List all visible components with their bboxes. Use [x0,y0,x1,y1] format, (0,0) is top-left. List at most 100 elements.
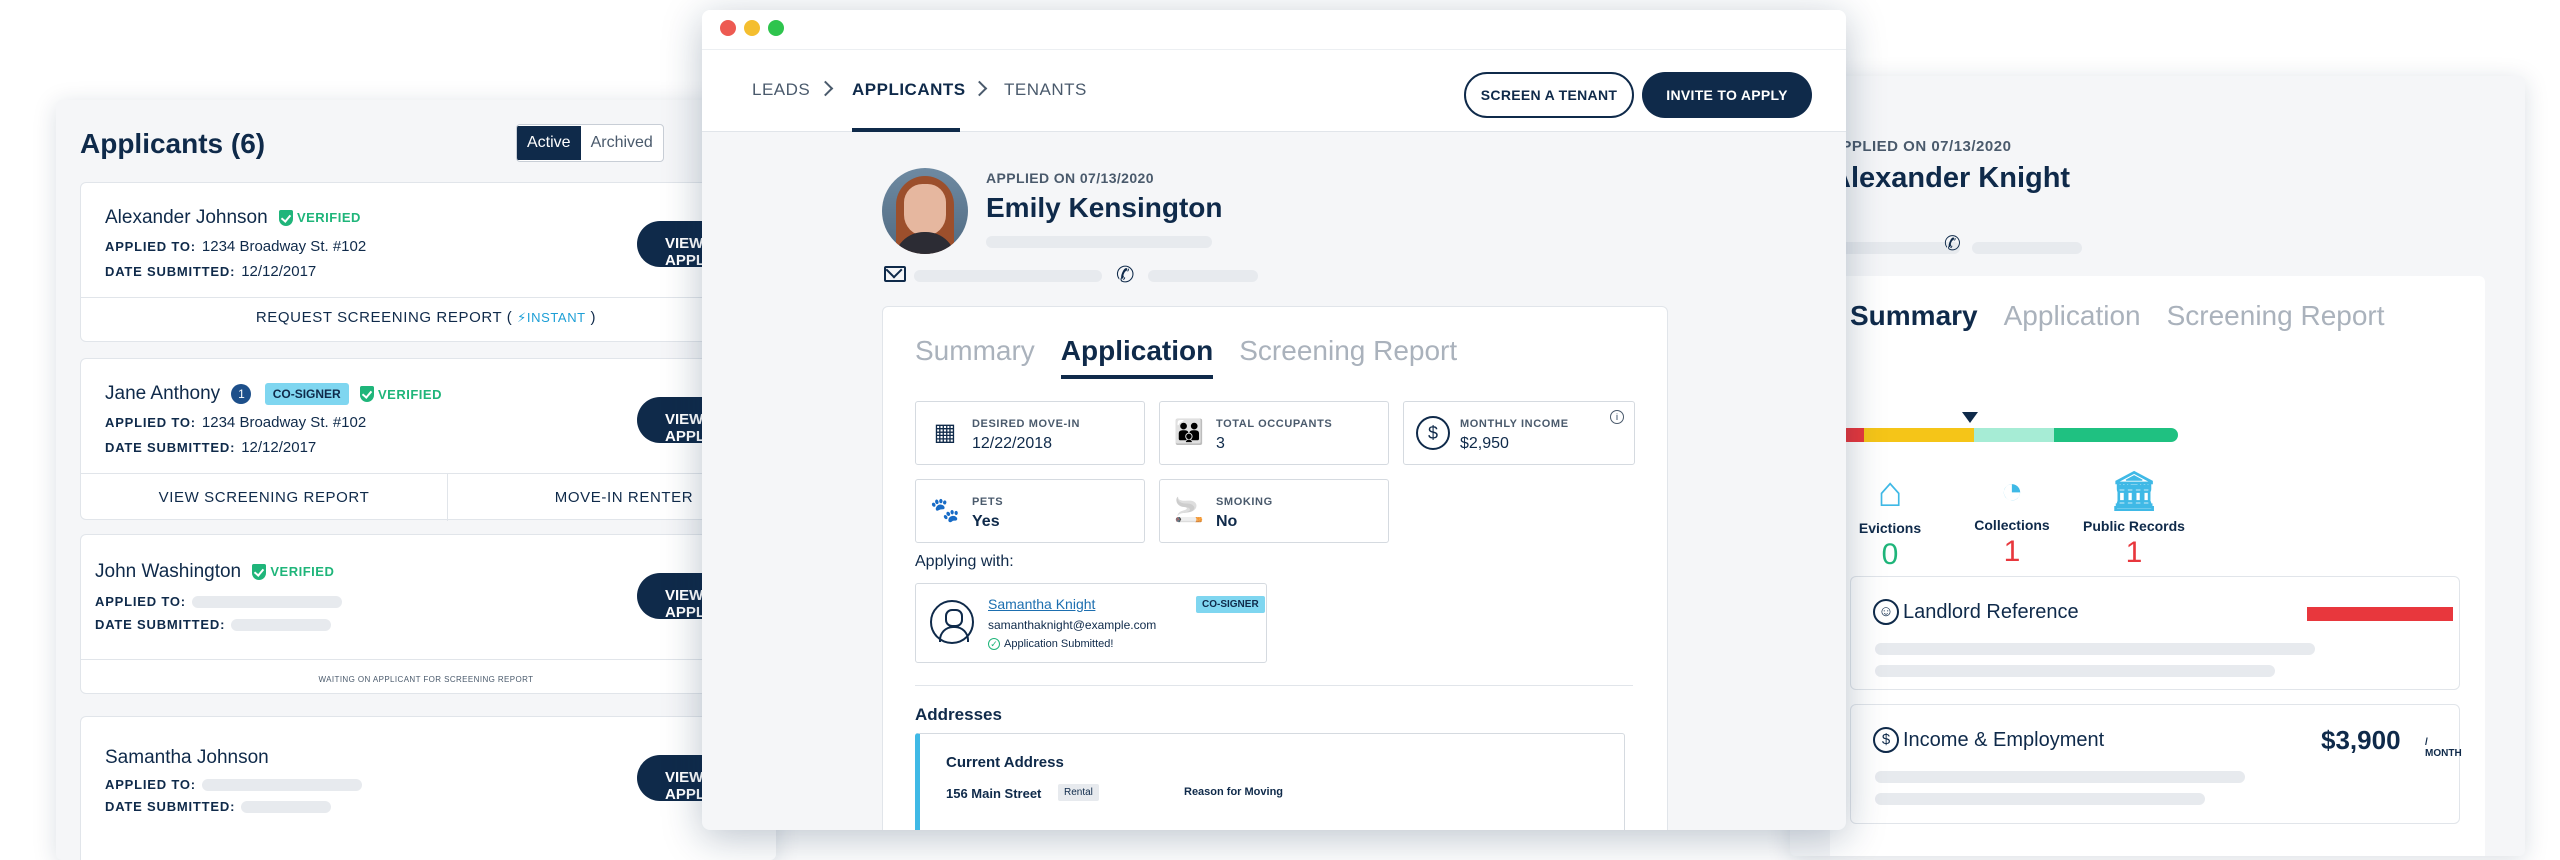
reason-for-moving-label: Reason for Moving [1184,786,1284,798]
screen-tenant-button[interactable]: SCREEN A TENANT [1464,72,1634,118]
cosigner-status: ✓ Application Submitted! [988,638,1113,650]
maximize-window-icon[interactable] [768,20,784,36]
cosigner-badge: CO-SIGNER [264,383,349,405]
placeholder-bar [986,236,1212,248]
placeholder-bar [201,778,362,791]
rating-bar [2307,607,2453,621]
score-pointer-icon [1962,412,1978,423]
placeholder-bar [241,800,332,813]
applicant-name: Emily Kensington [986,192,1223,223]
applicant-name: Alexander Knight [1830,162,2071,194]
applicant-name-row: Alexander Johnson VERIFIED [105,207,361,229]
nav-applicants[interactable]: APPLICANTS [852,80,966,100]
person-icon: ☺ [1873,599,1899,625]
applicant-card: Samantha Johnson APPLIED TO: DATE SUBMIT… [80,716,776,860]
income-employment-section[interactable]: $ Income & Employment $3,900 / MONTH [1850,704,2462,824]
application-window: LEADS APPLICANTS TENANTS SCREEN A TENANT… [702,10,1846,830]
shield-check-icon [252,563,267,580]
landlord-reference-section[interactable]: ☺ Landlord Reference [1850,576,2460,690]
applied-on: APPLIED ON 07/13/2020 [986,170,1154,186]
request-screening-link[interactable]: REQUEST SCREENING REPORT ( ⚡INSTANT ) [81,309,771,326]
applicant-name-row: Jane Anthony 1 CO-SIGNER VERIFIED [105,383,442,405]
current-address-card: Current Address 156 Main Street Rental R… [915,733,1625,830]
applied-on: APPLIED ON 07/13/2020 [1830,138,2012,155]
score-segment-green [2054,428,2178,442]
tab-screening-report[interactable]: Screening Report [1239,335,1457,379]
date-label: DATE SUBMITTED: [105,799,236,814]
applicants-panel: Applicants (6) Active Archived Alexander… [56,100,776,860]
application-card: Summary Application Screening Report ▦ D… [882,306,1668,830]
income-employment-title: Income & Employment [1903,729,2105,751]
placeholder-bar [1875,793,2205,805]
report-tabs: Summary Application Screening Report [1850,300,2385,332]
applied-to-value: 1234 Broadway St. #102 [201,238,367,255]
tab-screening-report[interactable]: Screening Report [2167,300,2385,332]
placeholder-bar [1875,665,2275,677]
income-unit: / MONTH [2425,737,2462,759]
nav-leads[interactable]: LEADS [752,80,810,100]
verified-badge: VERIFIED [278,209,361,226]
toggle-archived[interactable]: Archived [581,126,663,160]
date-label: DATE SUBMITTED: [105,440,236,455]
divider [915,685,1633,686]
verified-badge: VERIFIED [360,386,442,402]
status-toggle[interactable]: Active Archived [516,124,664,162]
phone-icon: ✆ [1116,262,1135,287]
placeholder-bar [914,270,1102,282]
application-tabs: Summary Application Screening Report [915,335,1457,379]
paw-icon: 🐾 [930,497,960,524]
placeholder-bar [1875,643,2315,655]
waiting-status: WAITING ON APPLICANT FOR SCREENING REPOR… [318,675,534,684]
check-circle-icon: ✓ [988,638,1000,650]
tab-summary[interactable]: Summary [915,335,1035,379]
shield-check-icon [278,209,293,226]
placeholder-bar [1875,771,2245,783]
view-screening-report-button[interactable]: VIEW SCREENING REPORT [81,489,447,506]
chevron-right-icon [817,80,834,97]
dollar-icon: $ [1416,416,1450,450]
minimize-window-icon[interactable] [744,20,760,36]
applicant-name[interactable]: Jane Anthony [105,383,220,404]
applied-to-label: APPLIED TO: [95,594,186,609]
applicant-name[interactable]: John Washington [95,561,241,582]
stat-collections: ◔ Collections 1 [1942,470,2082,569]
date-value: 12/12/2017 [241,439,317,456]
piggy-bank-icon: ◔ [2000,470,2024,512]
applicant-name[interactable]: Alexander Johnson [105,207,268,228]
info-icon[interactable]: i [1610,410,1624,424]
courthouse-icon: 🏛 [2109,471,2159,513]
street: 156 Main Street [946,786,1042,801]
tile-occupants: 👪 TOTAL OCCUPANTS 3 [1159,401,1389,465]
cosigner-name-link[interactable]: Samantha Knight [988,596,1095,612]
verified-badge: VERIFIED [252,563,334,580]
window-titlebar [702,10,1846,50]
close-window-icon[interactable] [720,20,736,36]
tab-summary[interactable]: Summary [1850,300,1978,332]
person-circle-icon [930,600,974,644]
active-nav-underline [852,128,960,132]
applicant-card: Alexander Johnson VERIFIED APPLIED TO: 12… [80,182,776,342]
placeholder-bar [1830,242,1960,254]
tile-monthly-income: $ MONTHLY INCOME $2,950 i [1403,401,1635,465]
tab-application[interactable]: Application [2004,300,2141,332]
applicant-name[interactable]: Samantha Johnson [105,747,269,769]
report-card: Summary Application Screening Report ⌂ E… [1830,276,2485,856]
placeholder-bar [231,618,332,631]
applied-to-label: APPLIED TO: [105,415,196,430]
toggle-active[interactable]: Active [517,126,581,160]
cosigner-email: samanthaknight@example.com [988,618,1157,632]
tab-application[interactable]: Application [1060,335,1214,379]
date-label: DATE SUBMITTED: [95,617,226,632]
applied-to-value: 1234 Broadway St. #102 [201,414,367,431]
avatar [882,168,968,254]
current-address-title: Current Address [946,754,1064,771]
score-segment-yellow [1864,428,1974,442]
cosigner-badge: CO-SIGNER [1196,596,1265,613]
tile-move-in: ▦ DESIRED MOVE-IN 12/22/2018 [915,401,1145,465]
invite-to-apply-button[interactable]: INVITE TO APPLY [1642,72,1812,118]
applicants-title: Applicants (6) [80,128,266,159]
applicant-card: Jane Anthony 1 CO-SIGNER VERIFIED APPLIE… [80,358,776,521]
applicant-card: John Washington VERIFIED APPLIED TO: DAT… [80,534,776,694]
chevron-right-icon [971,80,988,97]
nav-tenants[interactable]: TENANTS [1004,80,1087,100]
